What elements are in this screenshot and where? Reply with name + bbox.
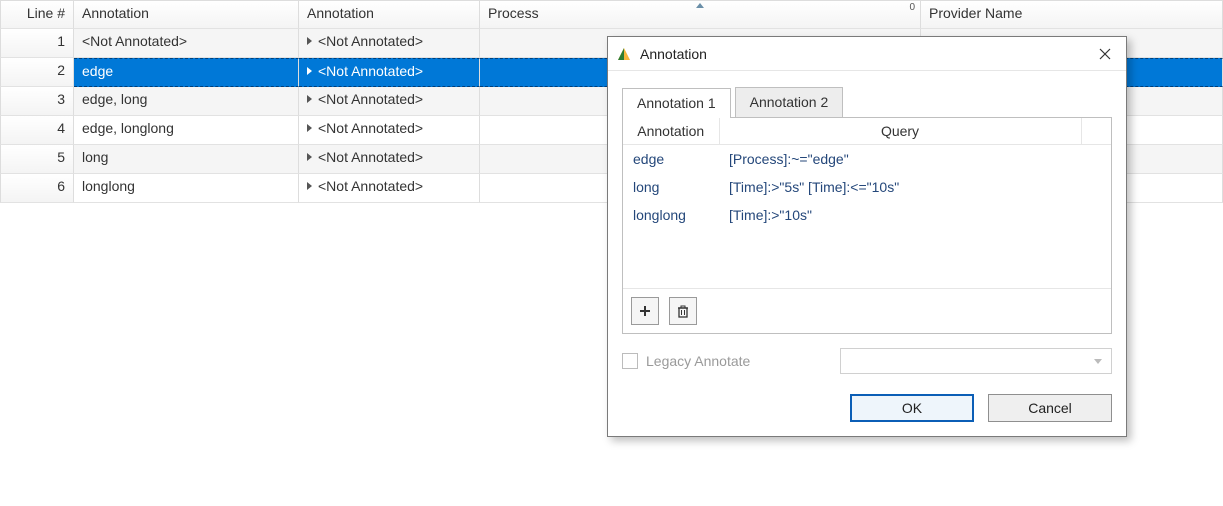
rule-query: [Process]:~="edge"	[719, 145, 1081, 174]
rule-row[interactable]: longlong[Time]:>"10s"	[623, 201, 1111, 229]
legacy-row: Legacy Annotate	[622, 348, 1112, 374]
rules-header-spacer	[1081, 118, 1111, 145]
rule-query: [Time]:>"10s"	[719, 201, 1081, 229]
sort-asc-icon	[696, 3, 704, 8]
expand-icon[interactable]	[307, 95, 312, 103]
expand-icon[interactable]	[307, 153, 312, 161]
rule-query: [Time]:>"5s" [Time]:<="10s"	[719, 173, 1081, 201]
cell-annotation1: edge, longlong	[74, 116, 299, 145]
tab-strip: Annotation 1 Annotation 2	[622, 87, 1112, 118]
header-process[interactable]: Process 0	[480, 0, 921, 29]
cancel-button[interactable]: Cancel	[988, 394, 1112, 422]
expand-icon[interactable]	[307, 67, 312, 75]
header-annotation2[interactable]: Annotation	[299, 0, 480, 29]
cell-line: 1	[0, 29, 74, 58]
dialog-title: Annotation	[640, 46, 1090, 62]
rules-toolbar	[623, 288, 1111, 333]
trash-icon	[676, 304, 690, 318]
close-button[interactable]	[1090, 40, 1120, 68]
rules-header-annotation[interactable]: Annotation	[623, 118, 719, 145]
cell-line: 5	[0, 145, 74, 174]
cell-annotation2: <Not Annotated>	[299, 87, 480, 116]
header-process-badge: 0	[909, 2, 915, 13]
cell-annotation1: longlong	[74, 174, 299, 203]
header-line[interactable]: Line #	[0, 0, 74, 29]
tab-pane: Annotation Query edge[Process]:~="edge"l…	[622, 117, 1112, 334]
rules-header-query[interactable]: Query	[719, 118, 1081, 145]
annotation-dialog: Annotation Annotation 1 Annotation 2 Ann…	[607, 36, 1127, 437]
legacy-checkbox[interactable]	[622, 353, 638, 369]
expand-icon[interactable]	[307, 124, 312, 132]
cell-line: 4	[0, 116, 74, 145]
cell-annotation1: edge	[74, 58, 299, 87]
rule-annotation: long	[623, 173, 719, 201]
app-icon	[616, 46, 632, 62]
dialog-body: Annotation 1 Annotation 2 Annotation Que…	[608, 71, 1126, 436]
cell-line: 3	[0, 87, 74, 116]
cell-line: 2	[0, 58, 74, 87]
header-process-label: Process	[488, 5, 539, 21]
rule-row[interactable]: long[Time]:>"5s" [Time]:<="10s"	[623, 173, 1111, 201]
rule-row[interactable]: edge[Process]:~="edge"	[623, 145, 1111, 174]
tab-annotation-2[interactable]: Annotation 2	[735, 87, 844, 117]
cell-annotation2: <Not Annotated>	[299, 116, 480, 145]
header-provider[interactable]: Provider Name	[921, 0, 1223, 29]
tab-annotation-1[interactable]: Annotation 1	[622, 88, 731, 118]
legacy-label: Legacy Annotate	[646, 353, 750, 369]
rule-annotation: longlong	[623, 201, 719, 229]
ok-button[interactable]: OK	[850, 394, 974, 422]
cell-annotation1: long	[74, 145, 299, 174]
cell-annotation2: <Not Annotated>	[299, 58, 480, 87]
cell-annotation2: <Not Annotated>	[299, 174, 480, 203]
expand-icon[interactable]	[307, 182, 312, 190]
dialog-titlebar[interactable]: Annotation	[608, 37, 1126, 71]
cell-line: 6	[0, 174, 74, 203]
expand-icon[interactable]	[307, 37, 312, 45]
add-rule-button[interactable]	[631, 297, 659, 325]
rules-table: Annotation Query edge[Process]:~="edge"l…	[623, 118, 1111, 229]
cell-annotation1: edge, long	[74, 87, 299, 116]
rule-annotation: edge	[623, 145, 719, 174]
plus-icon	[638, 304, 652, 318]
cell-annotation2: <Not Annotated>	[299, 145, 480, 174]
legacy-combobox[interactable]	[840, 348, 1112, 374]
header-annotation1[interactable]: Annotation	[74, 0, 299, 29]
grid-header-row: Line # Annotation Annotation Process 0 P…	[0, 0, 1223, 29]
dialog-button-row: OK Cancel	[622, 394, 1112, 422]
delete-rule-button[interactable]	[669, 297, 697, 325]
cell-annotation1: <Not Annotated>	[74, 29, 299, 58]
cell-annotation2: <Not Annotated>	[299, 29, 480, 58]
